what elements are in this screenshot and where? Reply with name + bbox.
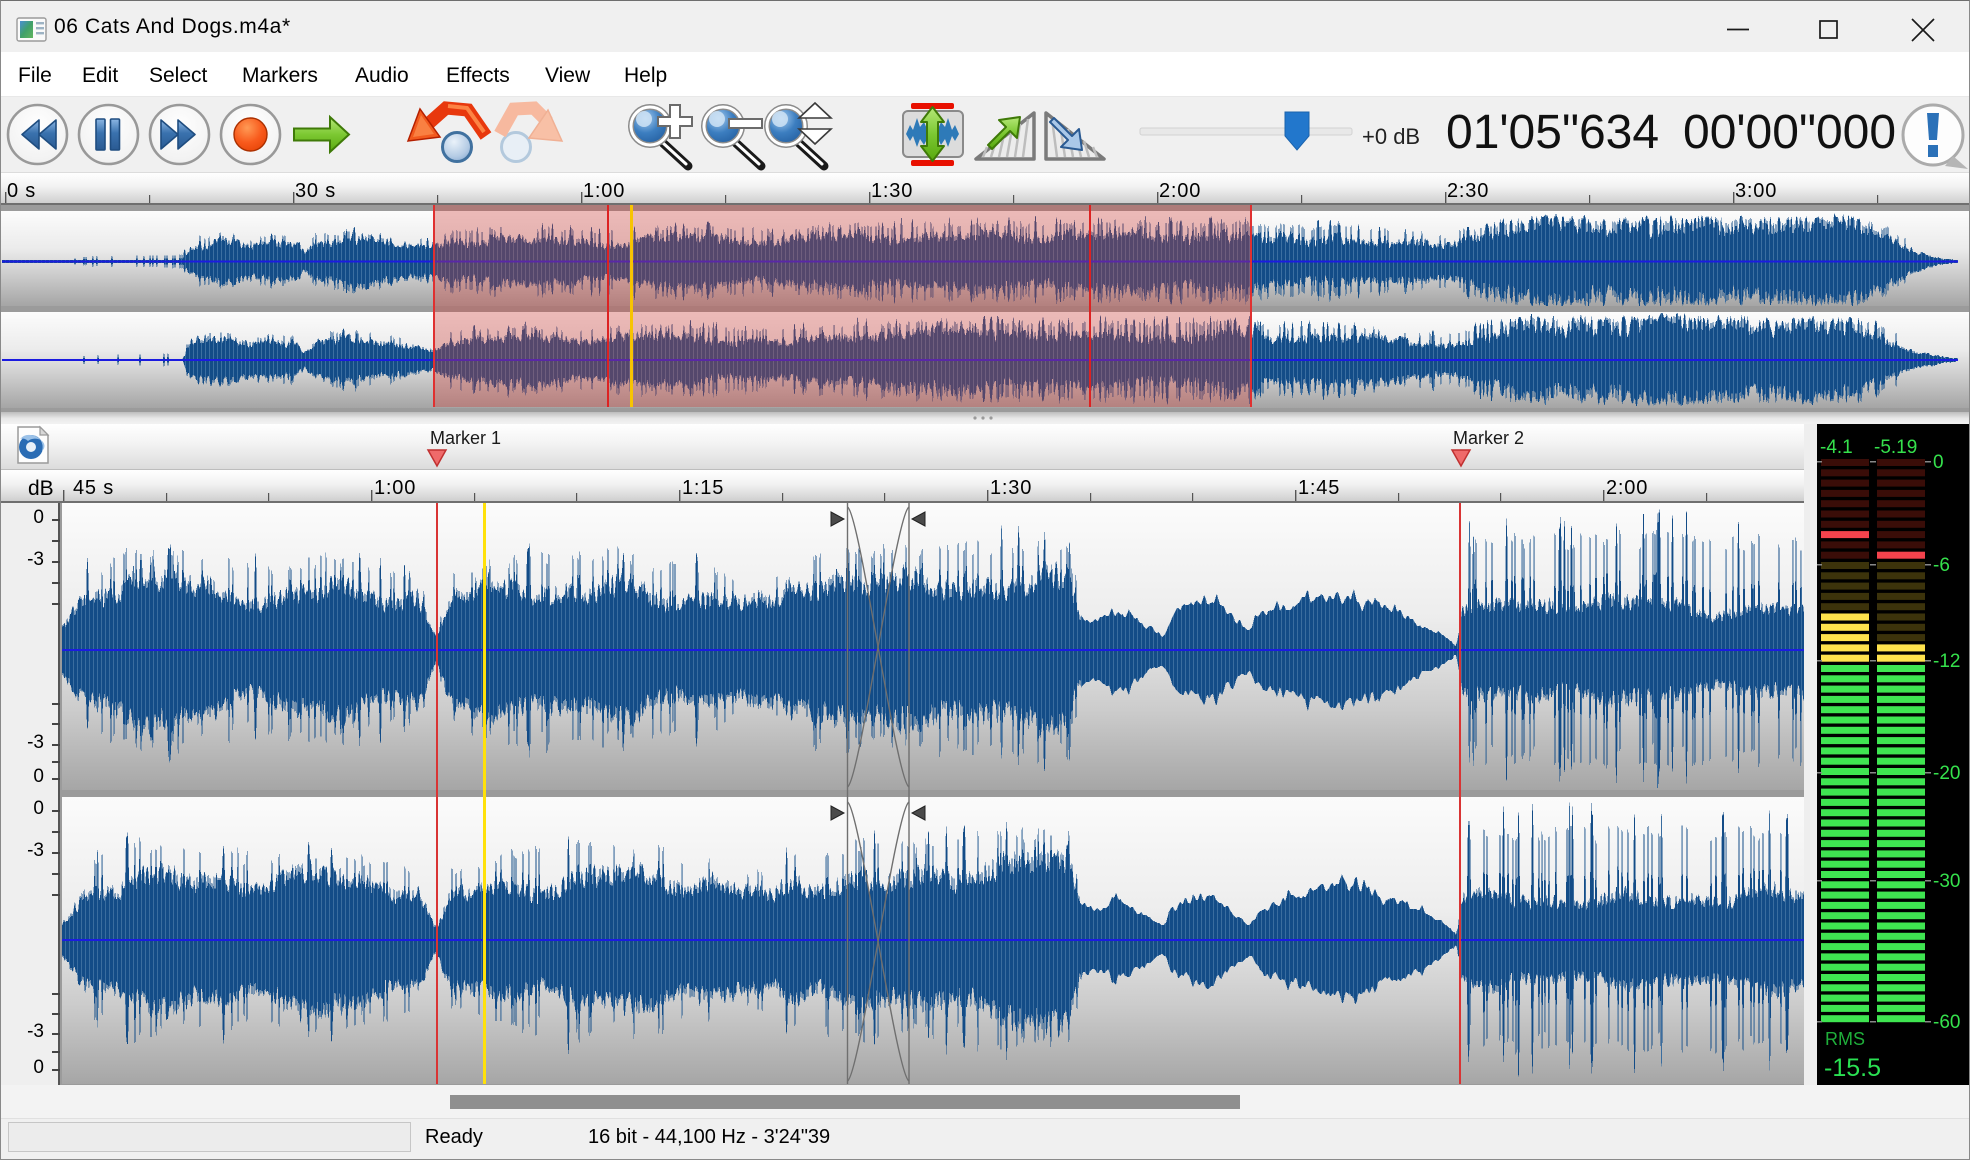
svg-text:-4.1: -4.1 [1820,437,1853,458]
svg-text:-12: -12 [1933,651,1960,672]
svg-text:-20: -20 [1933,763,1960,784]
svg-text:-60: -60 [1933,1012,1960,1033]
svg-text:-5.19: -5.19 [1874,437,1917,458]
svg-text:0: 0 [1933,452,1944,473]
svg-text:-15.5: -15.5 [1824,1054,1881,1082]
svg-text:-30: -30 [1933,871,1960,892]
svg-text:RMS: RMS [1825,1029,1865,1049]
svg-text:-6: -6 [1933,555,1950,576]
